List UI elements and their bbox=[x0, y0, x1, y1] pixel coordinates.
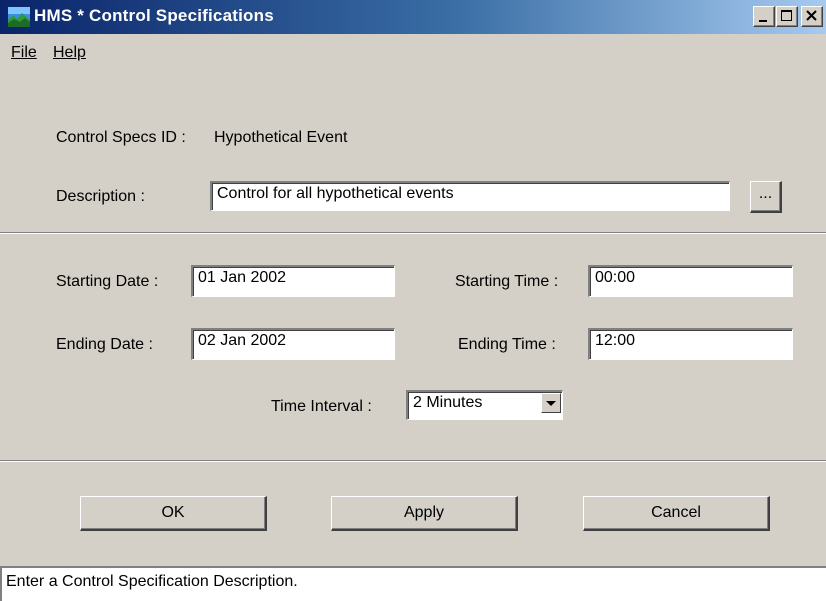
ending-time-field[interactable]: 12:00 bbox=[588, 328, 793, 360]
separator-top bbox=[0, 232, 826, 234]
minimize-icon bbox=[759, 20, 767, 22]
maximize-icon bbox=[781, 10, 792, 21]
status-text: Enter a Control Specification Descriptio… bbox=[6, 573, 298, 590]
time-interval-select[interactable]: 2 Minutes bbox=[406, 390, 563, 420]
control-specifications-window: HMS * Control Specifications File Help C… bbox=[0, 0, 826, 601]
status-bar: Enter a Control Specification Descriptio… bbox=[0, 566, 826, 601]
menu-file-label: File bbox=[11, 44, 37, 61]
minimize-button[interactable] bbox=[753, 6, 775, 27]
starting-date-field[interactable]: 01 Jan 2002 bbox=[191, 265, 395, 297]
starting-time-label: Starting Time : bbox=[455, 273, 559, 290]
starting-date-label: Starting Date : bbox=[56, 273, 159, 290]
starting-time-field[interactable]: 00:00 bbox=[588, 265, 793, 297]
ending-date-field[interactable]: 02 Jan 2002 bbox=[191, 328, 395, 360]
apply-button[interactable]: Apply bbox=[331, 496, 518, 531]
time-interval-label: Time Interval : bbox=[271, 398, 372, 415]
ok-button[interactable]: OK bbox=[80, 496, 267, 531]
description-field[interactable]: Control for all hypothetical events bbox=[210, 181, 730, 211]
cancel-button[interactable]: Cancel bbox=[583, 496, 770, 531]
description-browse-button[interactable]: ... bbox=[750, 181, 782, 213]
hms-landscape-icon bbox=[8, 7, 30, 27]
ending-date-label: Ending Date : bbox=[56, 336, 153, 353]
description-label: Description : bbox=[56, 188, 145, 205]
close-icon bbox=[806, 10, 817, 21]
window-title: HMS * Control Specifications bbox=[34, 6, 274, 25]
menu-help[interactable]: Help bbox=[53, 44, 86, 62]
separator-bottom bbox=[0, 460, 826, 462]
control-specs-id-value: Hypothetical Event bbox=[214, 129, 348, 146]
control-specs-id-label: Control Specs ID : bbox=[56, 129, 186, 146]
menu-file[interactable]: File bbox=[11, 44, 37, 62]
ending-time-label: Ending Time : bbox=[458, 336, 556, 353]
menu-help-label: Help bbox=[53, 44, 86, 61]
dropdown-arrow-button[interactable] bbox=[541, 393, 561, 413]
close-button[interactable] bbox=[801, 6, 823, 27]
time-interval-value: 2 Minutes bbox=[413, 394, 483, 411]
title-bar[interactable]: HMS * Control Specifications bbox=[0, 0, 826, 34]
chevron-down-icon bbox=[546, 401, 556, 406]
maximize-button[interactable] bbox=[776, 6, 798, 27]
